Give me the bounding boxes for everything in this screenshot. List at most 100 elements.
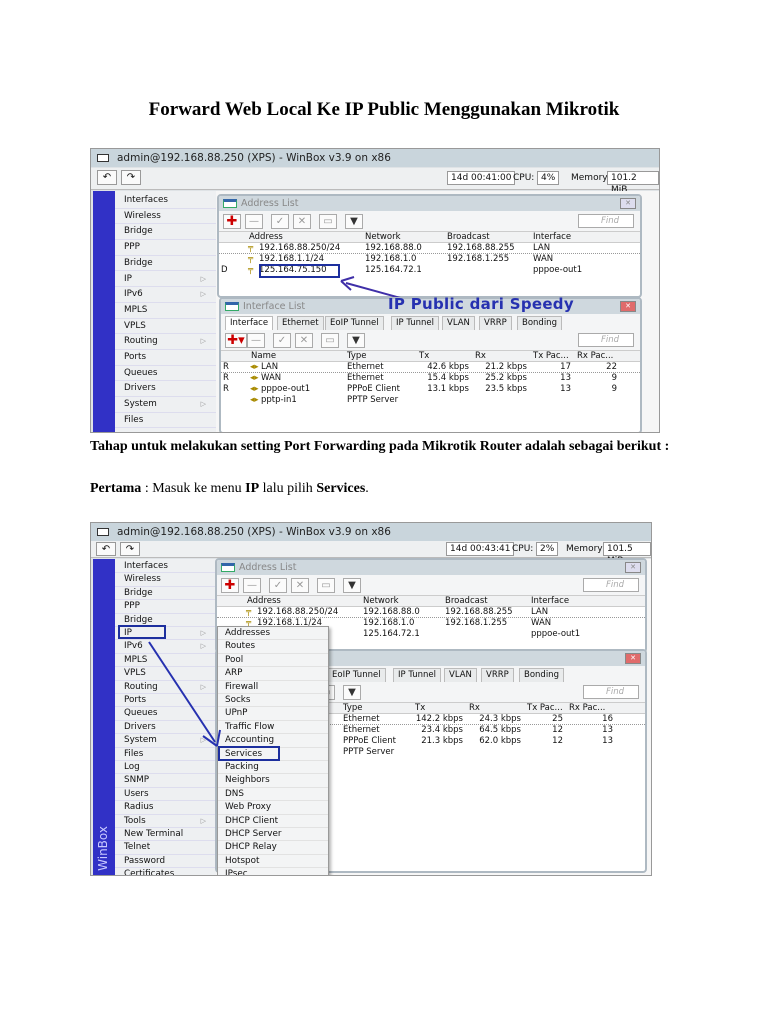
filter-button[interactable]: ▼: [347, 333, 365, 348]
menu-item-interfaces[interactable]: Interfaces: [115, 193, 216, 209]
add-button[interactable]: ✚: [221, 578, 239, 593]
submenu-item-pool[interactable]: Pool: [218, 654, 328, 668]
filter-button[interactable]: ▼: [345, 214, 363, 229]
column-header[interactable]: Tx Pac...: [531, 351, 575, 362]
filter-button[interactable]: ▼: [343, 685, 361, 700]
enable-button[interactable]: ✓: [269, 578, 287, 593]
remove-button[interactable]: —: [247, 333, 265, 348]
tab-vrrp[interactable]: VRRP: [481, 668, 514, 682]
tab-bonding[interactable]: Bonding: [519, 668, 564, 682]
submenu-item-arp[interactable]: ARP: [218, 667, 328, 681]
submenu-item-ipsec[interactable]: IPsec: [218, 868, 328, 875]
undo-button[interactable]: ↶: [96, 542, 116, 556]
menu-item-wireless[interactable]: Wireless: [115, 573, 216, 587]
menu-item-files[interactable]: Files: [115, 413, 216, 429]
column-header[interactable]: Broadcast: [445, 232, 531, 243]
column-header[interactable]: Tx: [413, 703, 467, 714]
submenu-item-dhcp-relay[interactable]: DHCP Relay: [218, 841, 328, 855]
tab-ethernet[interactable]: Ethernet: [277, 316, 324, 330]
menu-item-telnet[interactable]: Telnet: [115, 841, 216, 855]
menu-item-certificates[interactable]: Certificates: [115, 868, 216, 875]
submenu-item-routes[interactable]: Routes: [218, 640, 328, 654]
column-header[interactable]: Address: [247, 232, 363, 243]
submenu-item-addresses[interactable]: Addresses: [218, 627, 328, 641]
column-header[interactable]: Interface: [531, 232, 615, 243]
submenu-item-dns[interactable]: DNS: [218, 788, 328, 802]
disable-button[interactable]: ✕: [295, 333, 313, 348]
menu-item-ppp[interactable]: PPP: [115, 600, 216, 614]
column-header[interactable]: Type: [341, 703, 413, 714]
tab-eoip-tunnel[interactable]: EoIP Tunnel: [327, 668, 386, 682]
tab-interface[interactable]: Interface: [225, 316, 274, 330]
find-input[interactable]: Find: [578, 333, 634, 347]
enable-button[interactable]: ✓: [271, 214, 289, 229]
close-button[interactable]: ✕: [625, 653, 641, 664]
submenu-item-dhcp-server[interactable]: DHCP Server: [218, 828, 328, 842]
column-header[interactable]: Tx Pac...: [525, 703, 567, 714]
menu-item-vpls[interactable]: VPLS: [115, 319, 216, 335]
submenu-item-upnp[interactable]: UPnP: [218, 707, 328, 721]
tab-vrrp[interactable]: VRRP: [479, 316, 512, 330]
table-row[interactable]: R ◂▸ WAN Ethernet 15.4 kbps 25.2 kbps 13 9: [221, 373, 640, 384]
menu-item-log[interactable]: Log: [115, 761, 216, 775]
comment-button[interactable]: ▭: [317, 578, 335, 593]
column-header[interactable]: Network: [363, 232, 445, 243]
redo-button[interactable]: ↷: [121, 170, 141, 185]
menu-item-bridge[interactable]: Bridge: [115, 587, 216, 601]
disable-button[interactable]: ✕: [293, 214, 311, 229]
enable-button[interactable]: ✓: [273, 333, 291, 348]
menu-item-mpls[interactable]: MPLS: [115, 303, 216, 319]
menu-item-ipv6[interactable]: IPv6 ▷: [115, 287, 216, 303]
submenu-item-neighbors[interactable]: Neighbors: [218, 774, 328, 788]
menu-item-ports[interactable]: Ports: [115, 350, 216, 366]
remove-button[interactable]: —: [243, 578, 261, 593]
submenu-item-packing[interactable]: Packing: [218, 761, 328, 775]
add-button[interactable]: ✚▾: [225, 333, 247, 348]
column-header[interactable]: Interface: [529, 596, 613, 607]
tab-ip-tunnel[interactable]: IP Tunnel: [393, 668, 441, 682]
table-row[interactable]: ╤ 192.168.88.250/24 192.168.88.0 192.168.88…: [219, 243, 640, 254]
menu-item-bridge[interactable]: Bridge: [115, 256, 216, 272]
menu-item-tools[interactable]: Tools ▷: [115, 815, 216, 828]
table-row[interactable]: R ◂▸ pppoe-out1 PPPoE Client 13.1 kbps 23.5 k…: [221, 384, 640, 395]
find-input[interactable]: Find: [578, 214, 634, 228]
menu-item-users[interactable]: Users: [115, 788, 216, 802]
menu-item-queues[interactable]: Queues: [115, 366, 216, 382]
menu-item-system[interactable]: System ▷: [115, 397, 216, 413]
menu-item-new-terminal[interactable]: New Terminal: [115, 828, 216, 842]
menu-item-interfaces[interactable]: Interfaces: [115, 560, 216, 574]
find-input[interactable]: Find: [583, 578, 639, 592]
menu-item-snmp[interactable]: SNMP: [115, 774, 216, 788]
close-button[interactable]: ✕: [620, 301, 636, 312]
submenu-item-firewall[interactable]: Firewall: [218, 681, 328, 694]
filter-button[interactable]: ▼: [343, 578, 361, 593]
column-header[interactable]: Name: [249, 351, 345, 362]
menu-item-bridge[interactable]: Bridge: [115, 224, 216, 241]
comment-button[interactable]: ▭: [321, 333, 339, 348]
column-header[interactable]: Type: [345, 351, 417, 362]
remove-button[interactable]: —: [245, 214, 263, 229]
redo-button[interactable]: ↷: [120, 542, 140, 556]
disable-button[interactable]: ✕: [291, 578, 309, 593]
submenu-item-web-proxy[interactable]: Web Proxy: [218, 801, 328, 815]
submenu-item-hotspot[interactable]: Hotspot: [218, 855, 328, 869]
menu-item-radius[interactable]: Radius: [115, 801, 216, 815]
tab-eoip-tunnel[interactable]: EoIP Tunnel: [325, 316, 384, 330]
submenu-item-dhcp-client[interactable]: DHCP Client: [218, 815, 328, 828]
menu-item-ip[interactable]: IP ▷: [115, 272, 216, 288]
table-row[interactable]: R ◂▸ LAN Ethernet 42.6 kbps 21.2 kbps 17 22: [221, 362, 640, 373]
column-header[interactable]: Address: [245, 596, 361, 607]
menu-item-ppp[interactable]: PPP: [115, 240, 216, 256]
column-header[interactable]: Rx: [473, 351, 531, 362]
column-header[interactable]: Rx: [467, 703, 525, 714]
comment-button[interactable]: ▭: [319, 214, 337, 229]
tab-ip-tunnel[interactable]: IP Tunnel: [391, 316, 439, 330]
column-header[interactable]: Tx: [417, 351, 473, 362]
menu-item-password[interactable]: Password: [115, 855, 216, 869]
close-button[interactable]: ✕: [625, 562, 641, 573]
tab-bonding[interactable]: Bonding: [517, 316, 562, 330]
submenu-item-socks[interactable]: Socks: [218, 694, 328, 708]
menu-item-wireless[interactable]: Wireless: [115, 209, 216, 225]
menu-item-routing[interactable]: Routing ▷: [115, 334, 216, 350]
table-row[interactable]: ◂▸ pptp-in1 PPTP Server: [221, 395, 640, 406]
